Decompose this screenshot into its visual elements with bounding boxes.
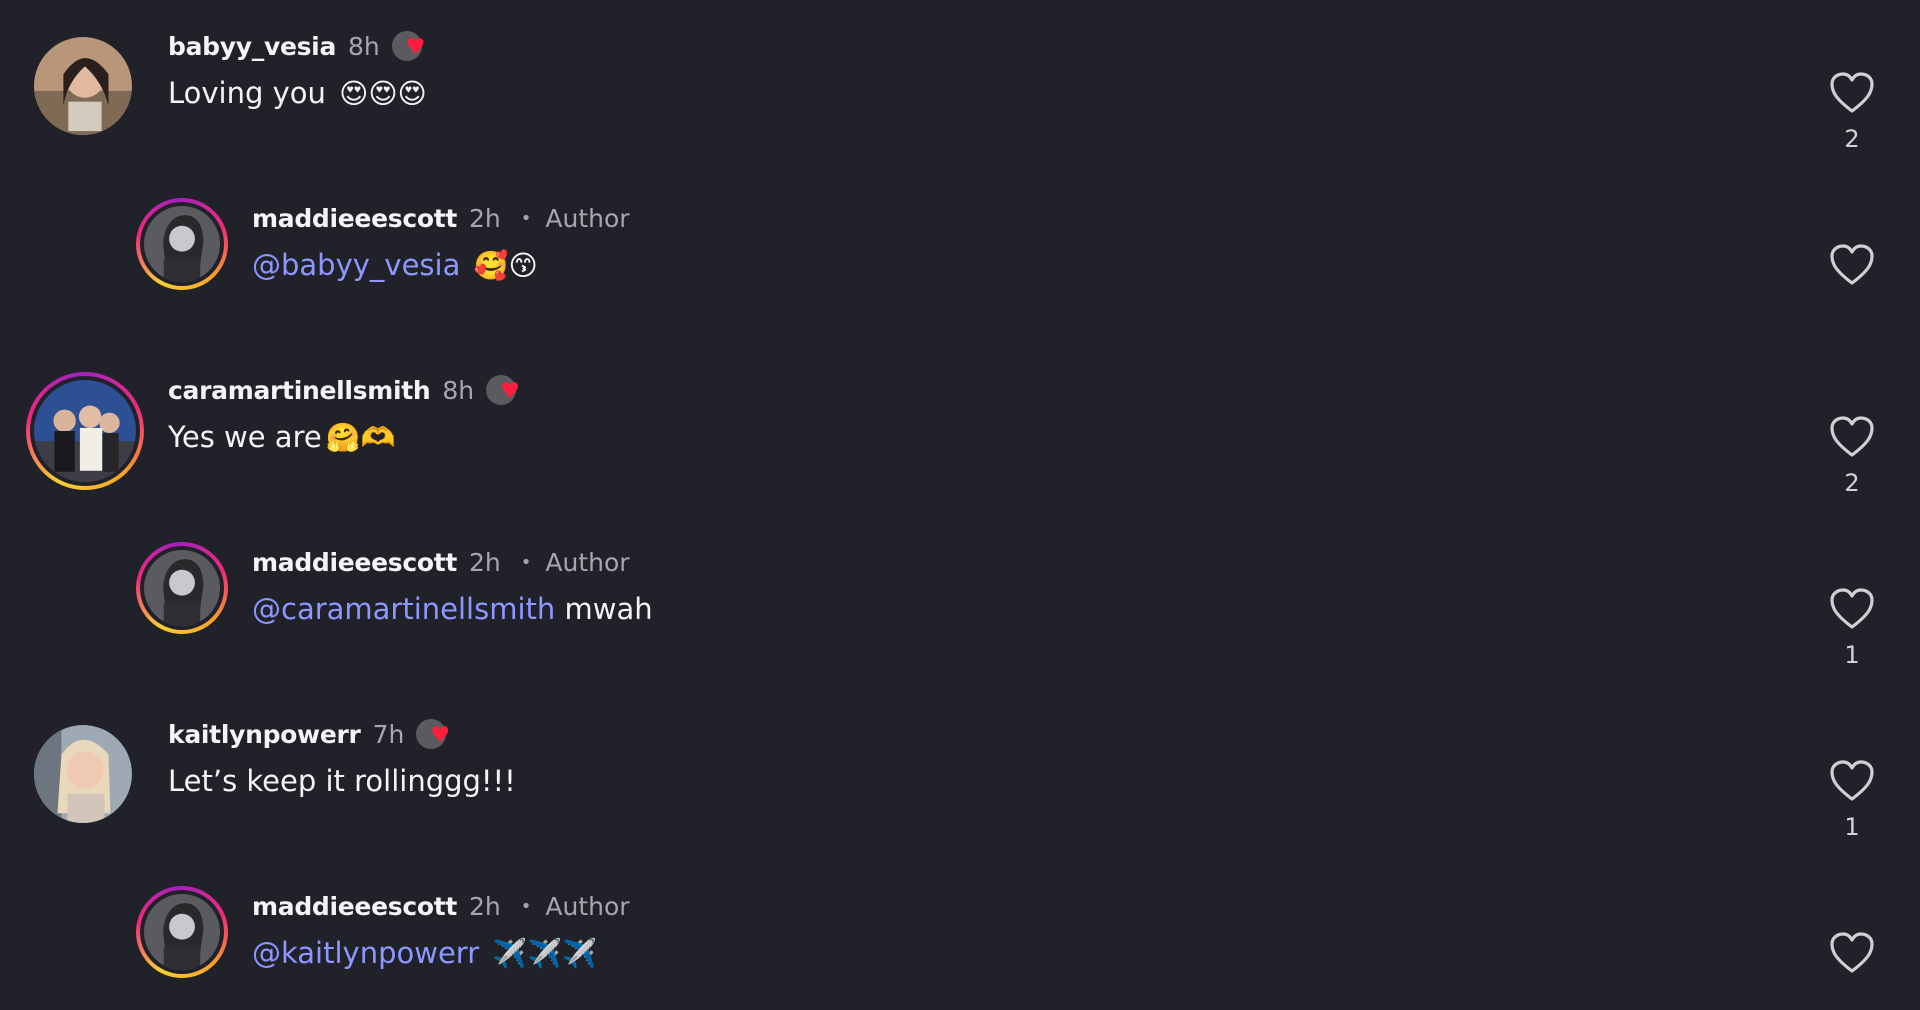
comment-emoji: 😍😍😍	[339, 77, 427, 110]
avatar-kaitlynpowerr[interactable]	[34, 725, 132, 823]
comment-timestamp: 2h	[469, 203, 501, 233]
comment-emoji: 🤗🫶	[325, 421, 396, 454]
heart-outline-icon[interactable]	[1828, 243, 1876, 287]
author-label: Author	[545, 203, 630, 233]
comment-body: Let’s keep it rollinggg!!!	[168, 764, 516, 798]
comment-text: Let’s keep it rollinggg!!!	[168, 764, 516, 798]
comment-username[interactable]: babyy_vesia	[168, 32, 336, 61]
comment-meta: babyy_vesia 8h ♥	[168, 29, 432, 63]
comment-emoji: 🥰😙	[473, 249, 538, 282]
like-control: 2	[1828, 71, 1876, 153]
comment-text: @kaitlynpowerr ✈️✈️✈️	[252, 936, 597, 970]
heart-outline-icon[interactable]	[1828, 587, 1876, 631]
like-count: 2	[1844, 469, 1860, 497]
like-count: 2	[1844, 125, 1860, 153]
comment-timestamp: 8h	[442, 375, 475, 405]
avatar-babyy-vesia[interactable]	[34, 37, 132, 135]
comment-username[interactable]: maddieeescott	[252, 204, 457, 233]
comment-username[interactable]: maddieeescott	[252, 892, 457, 921]
comment-meta: maddieeescott 2h • Author	[252, 889, 630, 923]
comment-text: Yes we are 🤗🫶	[168, 420, 395, 454]
comment-body: Yes we are	[168, 420, 322, 454]
reply-item: maddieeescott 2h • Author @caramartinell…	[0, 516, 1920, 669]
avatar-maddieeescott[interactable]	[136, 198, 228, 290]
avatar-caramartinellsmith[interactable]	[26, 372, 144, 490]
creator-heart-badge-icon: ♥	[484, 373, 526, 407]
author-label: Author	[545, 891, 630, 921]
dot-separator: •	[520, 551, 532, 573]
like-control: 1	[1828, 587, 1876, 669]
creator-heart-badge-icon: ♥	[414, 717, 456, 751]
comment-meta: maddieeescott 2h • Author	[252, 201, 630, 235]
like-control: 2	[1828, 415, 1876, 497]
comment-timestamp: 2h	[469, 547, 501, 577]
heart-outline-icon[interactable]	[1828, 759, 1876, 803]
comment-item: kaitlynpowerr 7h ♥ Let’s keep it rolling…	[0, 688, 1920, 841]
comment-timestamp: 7h	[372, 719, 405, 749]
comment-username[interactable]: kaitlynpowerr	[168, 720, 361, 749]
heart-outline-icon[interactable]	[1828, 71, 1876, 115]
dot-separator: •	[520, 895, 532, 917]
comment-text: @caramartinellsmith mwah	[252, 592, 653, 626]
reply-item: maddieeescott 2h • Author @kaitlynpowerr…	[0, 860, 1920, 1010]
heart-outline-icon[interactable]	[1828, 415, 1876, 459]
comment-timestamp: 8h	[348, 31, 380, 61]
author-label: Author	[545, 547, 630, 577]
heart-outline-icon[interactable]	[1828, 931, 1876, 975]
comment-body: mwah	[564, 592, 653, 626]
comment-meta: maddieeescott 2h • Author	[252, 545, 630, 579]
mention-link[interactable]: @babyy_vesia	[252, 248, 460, 282]
like-control: 1	[1828, 759, 1876, 841]
like-count: 1	[1844, 641, 1860, 669]
comment-meta: kaitlynpowerr 7h ♥	[168, 717, 456, 751]
mention-link[interactable]: @kaitlynpowerr	[252, 936, 479, 970]
like-control	[1828, 243, 1876, 297]
comment-text: @babyy_vesia 🥰😙	[252, 248, 538, 282]
creator-heart-badge-icon: ♥	[390, 29, 432, 63]
comment-text: Loving you 😍😍😍	[168, 76, 427, 110]
mention-link[interactable]: @caramartinellsmith	[252, 592, 555, 626]
comment-thread: babyy_vesia 8h ♥ Loving you 😍😍😍 2 maddie…	[0, 0, 1920, 1010]
comment-item: babyy_vesia 8h ♥ Loving you 😍😍😍 2	[0, 0, 1920, 153]
comment-meta: caramartinellsmith 8h ♥	[168, 373, 526, 407]
like-count: 1	[1844, 813, 1860, 841]
comment-username[interactable]: maddieeescott	[252, 548, 457, 577]
comment-timestamp: 2h	[469, 891, 501, 921]
reply-item: maddieeescott 2h • Author @babyy_vesia 🥰…	[0, 172, 1920, 322]
avatar-maddieeescott[interactable]	[136, 542, 228, 634]
like-control	[1828, 931, 1876, 985]
comment-item: caramartinellsmith 8h ♥ Yes we are 🤗🫶 2	[0, 344, 1920, 497]
dot-separator: •	[520, 207, 532, 229]
comment-body: Loving you	[168, 76, 326, 110]
comment-username[interactable]: caramartinellsmith	[168, 376, 431, 405]
avatar-maddieeescott[interactable]	[136, 886, 228, 978]
comment-emoji: ✈️✈️✈️	[492, 937, 597, 970]
